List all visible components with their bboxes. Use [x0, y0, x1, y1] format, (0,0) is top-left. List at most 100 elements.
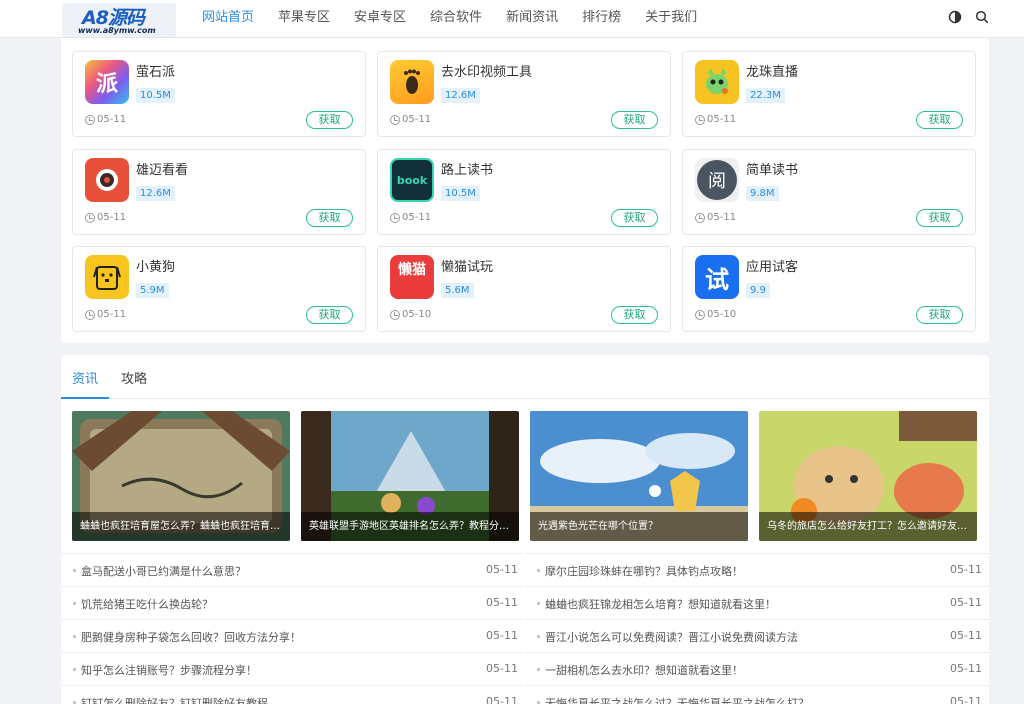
- featured-article[interactable]: 英雄联盟手游地区英雄排名怎么弄？教程分享！: [301, 411, 519, 541]
- theme-toggle-icon[interactable]: [948, 10, 962, 24]
- app-card[interactable]: 雄迈看看 12.6M 05-11 获取: [72, 149, 366, 235]
- nav-news[interactable]: 新闻资讯: [494, 0, 570, 38]
- news-title[interactable]: 无悔华夏长平之战怎么过？无悔华夏长平之战怎么打？: [545, 695, 925, 704]
- app-date: 05-10: [390, 309, 431, 320]
- app-name[interactable]: 小黄狗: [136, 256, 175, 275]
- app-card[interactable]: 阅 简单读书 9.8M 05-11 获取: [682, 149, 976, 235]
- featured-article[interactable]: 乌冬的旅店怎么给好友打工？怎么邀请好友打...: [759, 411, 977, 541]
- news-list-item[interactable]: 钉钉怎么删除好友？钉钉删除好友教程 05-11: [61, 685, 523, 704]
- tab-guides[interactable]: 攻略: [121, 368, 147, 387]
- news-title[interactable]: 钉钉怎么删除好友？钉钉删除好友教程: [81, 695, 461, 704]
- app-size-badge: 5.6M: [441, 283, 474, 298]
- app-date-text: 05-10: [707, 309, 737, 320]
- search-icon[interactable]: [975, 10, 989, 24]
- nav-ranking[interactable]: 排行榜: [570, 0, 633, 38]
- news-title[interactable]: 盒马配送小哥已约满是什么意思？: [81, 563, 461, 579]
- get-button[interactable]: 获取: [916, 209, 963, 227]
- news-list-item[interactable]: 知乎怎么注销账号？步骤流程分享！ 05-11: [61, 652, 523, 685]
- app-date-text: 05-11: [97, 114, 127, 125]
- site-logo[interactable]: A8源码 www.a8ymw.com: [62, 3, 176, 37]
- clock-icon: [695, 309, 705, 320]
- app-name[interactable]: 简单读书: [746, 159, 798, 178]
- news-title[interactable]: 蛐蛐也疯狂锦龙相怎么培育？想知道就看这里！: [545, 596, 925, 612]
- active-tab-underline: [61, 397, 109, 399]
- lazy-cat-icon: 懒猫: [390, 255, 434, 299]
- get-button[interactable]: 获取: [306, 306, 353, 324]
- news-date: 05-11: [486, 629, 518, 642]
- footprint-glyph: [404, 69, 420, 94]
- app-name[interactable]: 应用试客: [746, 256, 798, 275]
- news-list-item[interactable]: 肥鹅健身房种子袋怎么回收？回收方法分享！ 05-11: [61, 619, 523, 652]
- app-date: 05-11: [390, 212, 431, 223]
- news-date: 05-11: [950, 662, 982, 675]
- main-nav: 网站首页 苹果专区 安卓专区 综合软件 新闻资讯 排行榜 关于我们: [190, 0, 709, 38]
- nav-about[interactable]: 关于我们: [633, 0, 709, 38]
- app-name[interactable]: 雄迈看看: [136, 159, 188, 178]
- nav-apple[interactable]: 苹果专区: [266, 0, 342, 38]
- bullet-dot: [537, 635, 540, 638]
- news-list-item[interactable]: 无悔华夏长平之战怎么过？无悔华夏长平之战怎么打？ 05-11: [525, 685, 989, 704]
- news-list-item[interactable]: 蛐蛐也疯狂锦龙相怎么培育？想知道就看这里！ 05-11: [525, 586, 989, 619]
- nav-home[interactable]: 网站首页: [190, 0, 266, 38]
- app-date-text: 05-11: [707, 114, 737, 125]
- get-button[interactable]: 获取: [306, 111, 353, 129]
- app-icon-text: 试: [705, 265, 729, 294]
- news-list-item[interactable]: 晋江小说怎么可以免费阅读？晋江小说免费阅读方法 05-11: [525, 619, 989, 652]
- app-date-text: 05-10: [402, 309, 432, 320]
- get-button[interactable]: 获取: [611, 306, 658, 324]
- app-date: 05-11: [390, 114, 431, 125]
- news-title[interactable]: 肥鹅健身房种子袋怎么回收？回收方法分享！: [81, 629, 461, 645]
- nav-software[interactable]: 综合软件: [418, 0, 494, 38]
- get-button[interactable]: 获取: [916, 111, 963, 129]
- get-button[interactable]: 获取: [611, 209, 658, 227]
- app-name[interactable]: 龙珠直播: [746, 61, 798, 80]
- app-card[interactable]: 懒猫 懒猫试玩 5.6M 05-10 获取: [377, 246, 671, 332]
- clock-icon: [390, 309, 400, 320]
- footprint-icon: [390, 60, 434, 104]
- featured-article[interactable]: 蛐蛐也疯狂培育屋怎么弄？蛐蛐也疯狂培育屋...: [72, 411, 290, 541]
- app-icon-text: 派: [95, 72, 118, 97]
- nav-android[interactable]: 安卓专区: [342, 0, 418, 38]
- app-card[interactable]: 小黄狗 5.9M 05-11 获取: [72, 246, 366, 332]
- news-title[interactable]: 一甜相机怎么去水印？想知道就看这里！: [545, 662, 925, 678]
- yellow-dog-icon: [85, 255, 129, 299]
- featured-article[interactable]: 光遇紫色光芒在哪个位置？: [530, 411, 748, 541]
- app-card[interactable]: 龙珠直播 22.3M 05-11 获取: [682, 51, 976, 137]
- app-name[interactable]: 萤石派: [136, 61, 175, 80]
- news-title[interactable]: 知乎怎么注销账号？步骤流程分享！: [81, 662, 461, 678]
- news-panel: 资讯 攻略 蛐蛐也疯狂培育屋怎么弄？蛐蛐也疯狂培育屋... 英雄联盟手游地区英雄…: [61, 355, 989, 704]
- app-icon-text: book: [396, 173, 428, 187]
- app-name[interactable]: 去水印视频工具: [441, 61, 532, 80]
- app-card[interactable]: 派 萤石派 10.5M 05-11 获取: [72, 51, 366, 137]
- news-list-item[interactable]: 一甜相机怎么去水印？想知道就看这里！ 05-11: [525, 652, 989, 685]
- get-button[interactable]: 获取: [306, 209, 353, 227]
- news-title[interactable]: 饥荒给猪王吃什么换齿轮？: [81, 596, 461, 612]
- get-button[interactable]: 获取: [611, 111, 658, 129]
- logo-url: www.a8ymw.com: [78, 26, 156, 35]
- app-icon-text: 懒猫: [398, 262, 426, 278]
- tab-news[interactable]: 资讯: [72, 368, 98, 387]
- app-card[interactable]: 去水印视频工具 12.6M 05-11 获取: [377, 51, 671, 137]
- news-list-item[interactable]: 摩尔庄园珍珠蚌在哪钓？具体钓点攻略！ 05-11: [525, 553, 989, 586]
- news-title[interactable]: 摩尔庄园珍珠蚌在哪钓？具体钓点攻略！: [545, 563, 925, 579]
- news-date: 05-11: [950, 695, 982, 704]
- app-card[interactable]: book 路上读书 10.5M 05-11 获取: [377, 149, 671, 235]
- trial-icon: 试: [695, 255, 739, 299]
- news-list-item[interactable]: 盒马配送小哥已约满是什么意思？ 05-11: [61, 553, 523, 586]
- app-date-text: 05-11: [97, 309, 127, 320]
- app-card[interactable]: 试 应用试客 9.9 05-10 获取: [682, 246, 976, 332]
- get-button[interactable]: 获取: [916, 306, 963, 324]
- app-name[interactable]: 懒猫试玩: [441, 256, 493, 275]
- app-date: 05-11: [85, 114, 126, 125]
- app-size-badge: 9.9: [746, 283, 770, 298]
- news-date: 05-11: [486, 563, 518, 576]
- news-title[interactable]: 晋江小说怎么可以免费阅读？晋江小说免费阅读方法: [545, 629, 925, 645]
- app-date-text: 05-11: [97, 212, 127, 223]
- news-date: 05-11: [950, 563, 982, 576]
- app-name[interactable]: 路上读书: [441, 159, 493, 178]
- bullet-dot: [73, 635, 76, 638]
- app-size-badge: 5.9M: [136, 283, 169, 298]
- clock-icon: [85, 309, 95, 320]
- news-list-item[interactable]: 饥荒给猪王吃什么换齿轮？ 05-11: [61, 586, 523, 619]
- news-date: 05-11: [486, 662, 518, 675]
